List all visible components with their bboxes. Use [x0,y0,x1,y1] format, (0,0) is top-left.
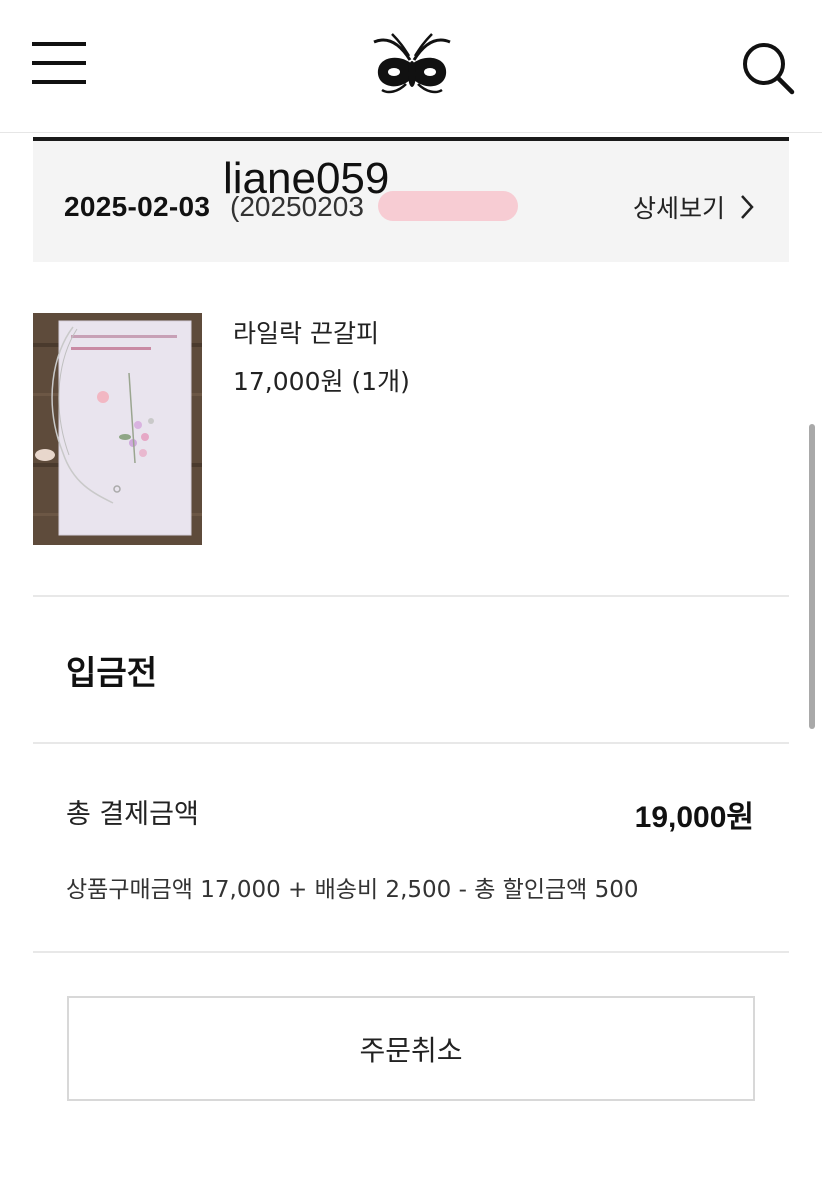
view-details-link[interactable]: 상세보기 [633,189,755,225]
redaction-mark [378,191,518,221]
product-image[interactable] [33,313,202,545]
chevron-right-icon [741,195,754,219]
top-header [0,0,822,133]
divider [33,951,789,953]
scrollbar[interactable] [809,424,815,729]
product-price-quantity: 17,000원 (1개) [233,367,410,396]
divider [33,595,789,597]
cancel-order-button[interactable]: 주문취소 [67,996,755,1101]
butterfly-logo[interactable] [366,30,458,98]
total-payment-label: 총 결제금액 [66,799,199,830]
order-date: 2025-02-03 [64,191,211,222]
product-name[interactable]: 라일락 끈갈피 [233,314,379,350]
username-overlay-text: liane059 [223,154,390,203]
divider [33,742,789,744]
order-status: 입금전 [66,653,158,692]
order-summary-card: 2025-02-03 (20250203 liane059 상세보기 [33,137,789,262]
search-icon[interactable] [740,40,796,96]
total-payment-value: 19,000원 [634,801,754,834]
hamburger-menu-icon[interactable] [32,42,88,88]
view-details-label: 상세보기 [632,194,725,223]
payment-breakdown: 상품구매금액 17,000 + 배송비 2,500 - 총 할인금액 500 [66,877,639,903]
